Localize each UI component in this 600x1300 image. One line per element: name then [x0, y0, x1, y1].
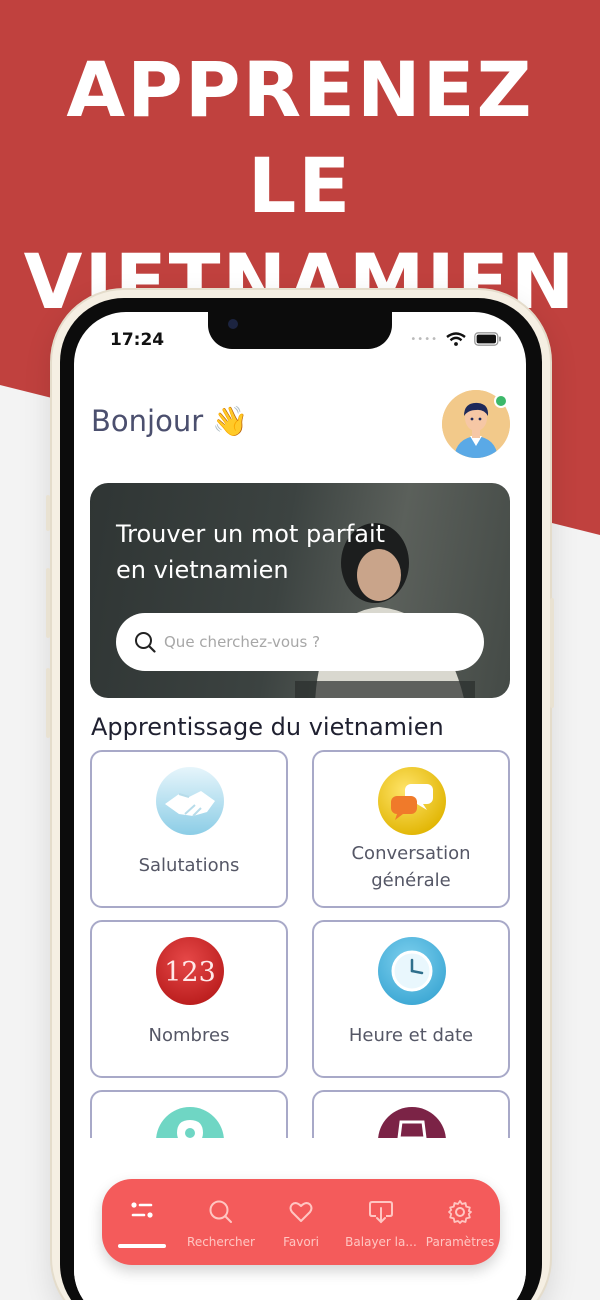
heart-icon: [289, 1202, 313, 1222]
category-card-nombres[interactable]: 123 Nombres: [90, 920, 288, 1078]
bottom-tab-bar: Rechercher Favori Balayer la... Paramètr…: [102, 1179, 500, 1265]
category-label: Conversation générale: [351, 843, 471, 891]
tab-label: Paramètres: [425, 1235, 495, 1249]
category-card-salutations[interactable]: Salutations: [90, 750, 288, 908]
phone-power-button: [550, 598, 554, 708]
tab-rechercher[interactable]: Rechercher: [181, 1179, 261, 1265]
category-card-conversation[interactable]: Conversation générale: [312, 750, 510, 908]
headline-line-1: APPRENEZ LE: [66, 45, 534, 230]
online-status-dot: [494, 394, 508, 408]
gear-icon: [448, 1200, 472, 1224]
category-card-heure-date[interactable]: Heure et date: [312, 920, 510, 1078]
hero-banner: Trouver un mot parfait en vietnamien: [90, 483, 510, 698]
category-label: Salutations: [138, 855, 240, 876]
phone-mute-switch: [46, 495, 50, 531]
tab-favori[interactable]: Favori: [261, 1179, 341, 1265]
status-time: 17:24: [110, 330, 165, 350]
swipe-download-icon: [369, 1201, 393, 1224]
phone-volume-down: [46, 668, 50, 738]
search-icon: [209, 1200, 232, 1223]
home-list-icon: [131, 1202, 153, 1218]
clock-icon: [378, 937, 446, 1005]
section-title: Apprentissage du vietnamien: [91, 713, 444, 741]
hero-title: Trouver un mot parfait en vietnamien: [116, 520, 386, 584]
tab-label: Favori: [283, 1235, 319, 1249]
camera-icon: [228, 319, 238, 329]
phone-notch: [208, 312, 392, 349]
wifi-icon: [446, 332, 466, 346]
numbers-123-icon: 123: [156, 937, 224, 1005]
tab-parametres[interactable]: Paramètres: [420, 1179, 500, 1265]
tab-home[interactable]: [102, 1179, 182, 1265]
signal-dots-icon: ••••: [410, 333, 438, 345]
active-tab-indicator: [118, 1244, 166, 1248]
chat-bubbles-icon: [378, 767, 446, 835]
phone-volume-up: [46, 568, 50, 638]
status-icons: ••••: [410, 332, 502, 346]
promo-headline: APPRENEZ LE VIETNAMIEN: [0, 42, 600, 330]
handshake-icon: [156, 767, 224, 835]
app-screen: 17:24 •••• Bonjour 👋 Trouver un mot parf…: [74, 312, 526, 1300]
battery-icon: [474, 332, 501, 346]
greeting-title: Bonjour 👋: [91, 404, 249, 438]
category-label: Heure et date: [348, 1025, 474, 1046]
search-icon: [135, 632, 156, 653]
svg-text:123: 123: [164, 957, 216, 988]
search-bar[interactable]: [116, 613, 484, 671]
search-input[interactable]: [164, 633, 464, 651]
category-label: Nombres: [148, 1025, 230, 1046]
tab-balayer[interactable]: Balayer la...: [341, 1179, 421, 1265]
tab-label: Rechercher: [187, 1235, 255, 1249]
